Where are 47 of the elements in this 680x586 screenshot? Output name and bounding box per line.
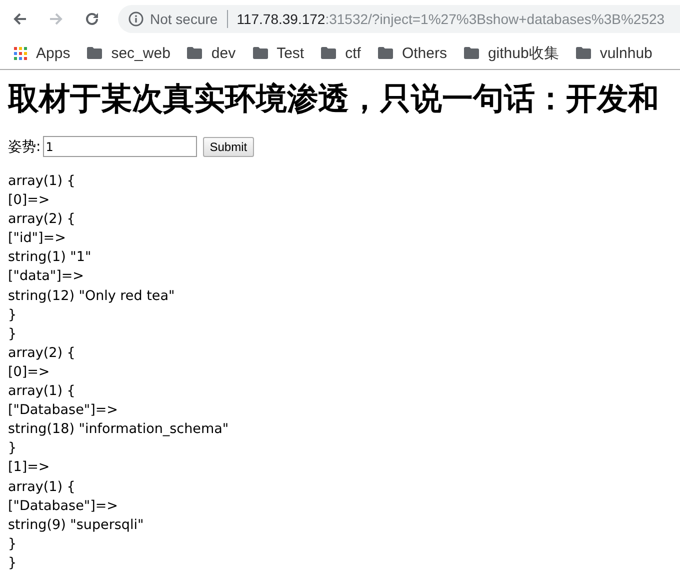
submit-button[interactable]: Submit: [202, 136, 254, 156]
back-icon[interactable]: [12, 10, 28, 26]
bookmark-link[interactable]: github收集: [488, 44, 559, 62]
bookmark-link[interactable]: Test: [276, 44, 304, 62]
bookmark-link[interactable]: Apps: [36, 44, 70, 62]
output-line: string(9) "supersqli": [8, 516, 145, 535]
bookmark-link[interactable]: Others: [402, 44, 447, 62]
output-line: array(2) {: [8, 210, 76, 230]
output-line: array(1) {: [8, 478, 76, 496]
output-line: [0]=>: [8, 191, 51, 210]
folder-icon[interactable]: [252, 47, 268, 59]
security-label: Not secure: [150, 10, 218, 26]
bookmark-link[interactable]: dev: [211, 44, 236, 62]
output-line: ["Database"]=>: [8, 496, 119, 516]
folder-icon[interactable]: [187, 47, 202, 59]
url-text: 117.78.39.172:31532/?inject=1%27%3Bshow+databases%3B%2523: [236, 10, 665, 26]
input-field[interactable]: 1: [42, 136, 197, 157]
address-bar[interactable]: Not secure 117.78.39.172:31532/?inject=1%27%3Bshow+databases%3B%2523: [118, 4, 680, 32]
output-line: string(12) "Only red tea": [8, 286, 176, 306]
output-line: }: [8, 306, 18, 325]
output-line: }: [8, 324, 18, 344]
folder-icon[interactable]: [464, 47, 479, 59]
apps-grid-icon[interactable]: [14, 46, 27, 60]
output-line: array(2) {: [8, 344, 76, 363]
output-line: }: [8, 554, 18, 573]
output-line: array(1) {: [8, 382, 76, 402]
output-line: array(1) {: [8, 172, 76, 191]
folder-icon[interactable]: [87, 47, 102, 59]
output-line: [0]=>: [8, 362, 51, 382]
folder-icon[interactable]: [321, 47, 336, 59]
field-label: 姿势:: [8, 138, 41, 156]
bookmark-link[interactable]: vulnhub: [600, 44, 652, 62]
folder-icon[interactable]: [576, 47, 591, 59]
reload-icon[interactable]: [84, 10, 100, 26]
output-line: string(18) "information_schema": [8, 420, 230, 440]
output-line: ["id"]=>: [8, 229, 67, 248]
output-line: }: [8, 534, 18, 554]
output-line: [1]=>: [8, 458, 51, 478]
page-heading: 取材于某次真实环境渗透，只说一句话：开发和: [8, 80, 659, 119]
output-line: ["Database"]=>: [8, 401, 119, 420]
folder-icon[interactable]: [378, 47, 393, 59]
info-icon[interactable]: [128, 10, 144, 26]
output-line: string(1) "1": [8, 248, 92, 268]
output-line: }: [8, 439, 18, 458]
bookmark-link[interactable]: sec_web: [111, 44, 170, 62]
output-line: ["data"]=>: [8, 267, 85, 286]
bookmark-link[interactable]: ctf: [345, 44, 361, 62]
